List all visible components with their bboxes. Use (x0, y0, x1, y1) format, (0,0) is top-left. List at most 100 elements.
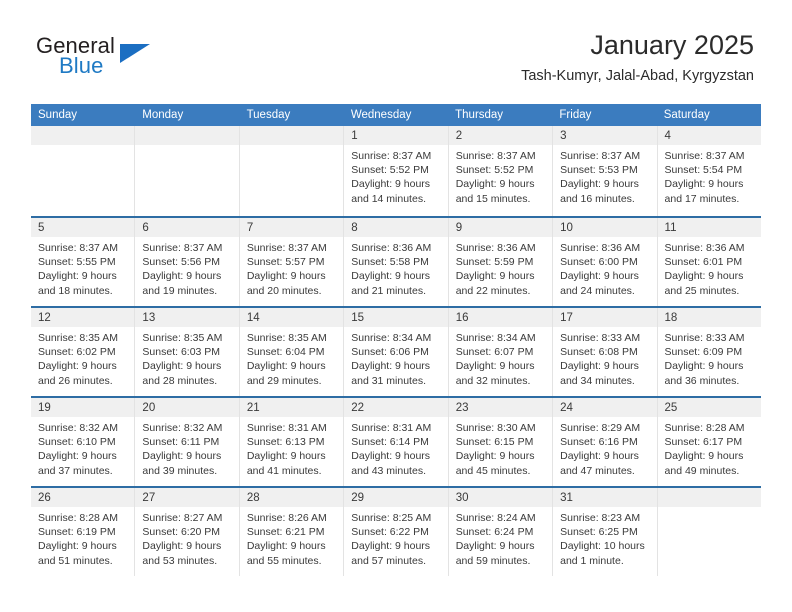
day-cell[interactable]: 30 Sunrise: 8:24 AM Sunset: 6:24 PM Dayligh… (448, 488, 554, 576)
daylight-line-2: and 28 minutes. (142, 374, 218, 387)
day-cell[interactable]: 11 Sunrise: 8:36 AM Sunset: 6:01 PM Dayligh… (657, 218, 761, 306)
calendar-grid: Sunday Monday Tuesday Wednesday Thursday Frid… (31, 104, 761, 576)
calendar-page: General Blue January 2025 Tash-Kumyr, Ja… (0, 0, 792, 612)
day-cell[interactable]: 8 Sunrise: 8:36 AM Sunset: 5:58 PM Daylight… (344, 218, 449, 306)
day-number-band: 26 (31, 488, 135, 507)
daylight-line-2: and 51 minutes. (38, 554, 113, 567)
day-number: 2 (455, 130, 463, 142)
day-cell[interactable]: 17 Sunrise: 8:33 AM Sunset: 6:08 PM Dayligh… (553, 308, 658, 396)
day-cell[interactable]: 19 Sunrise: 8:32 AM Sunset: 6:10 PM Dayligh… (31, 398, 136, 486)
daylight-line-2: and 29 minutes. (246, 374, 322, 387)
day-cell[interactable]: 24 Sunrise: 8:29 AM Sunset: 6:16 PM Dayligh… (553, 398, 658, 486)
daylight-line-1: Daylight: 9 hours (560, 360, 639, 373)
day-cell[interactable]: 27 Sunrise: 8:27 AM Sunset: 6:20 PM Dayligh… (135, 488, 240, 576)
daylight-line-2: and 17 minutes. (664, 192, 740, 205)
daylight-line-2: and 32 minutes. (455, 374, 531, 387)
day-cell[interactable]: 1 Sunrise: 8:37 AM Sunset: 5:52 PM Daylight… (344, 126, 449, 216)
sunrise-line: Sunrise: 8:27 AM (142, 512, 223, 524)
day-number: 15 (351, 312, 365, 324)
day-number-band: 13 (135, 308, 239, 327)
daylight-line-2: and 25 minutes. (664, 284, 740, 297)
weekday-header-row: Sunday Monday Tuesday Wednesday Thursday Frid… (31, 104, 761, 126)
day-cell[interactable]: 9 Sunrise: 8:36 AM Sunset: 5:59 PM Daylight… (448, 218, 554, 306)
day-cell[interactable]: 5 Sunrise: 8:37 AM Sunset: 5:55 PM Daylight… (31, 218, 136, 306)
day-number-band: 1 (344, 126, 448, 145)
day-cell-empty (31, 126, 136, 216)
daylight-line-1: Daylight: 9 hours (142, 540, 222, 553)
daylight-line-2: and 49 minutes. (664, 464, 740, 477)
day-details: Sunrise: 8:35 AM Sunset: 6:03 PM Daylight:… (135, 327, 238, 388)
day-cell[interactable]: 18 Sunrise: 8:33 AM Sunset: 6:09 PM Dayligh… (657, 308, 761, 396)
general-blue-logo[interactable]: General Blue (36, 33, 266, 85)
daylight-line-1: Daylight: 9 hours (351, 270, 431, 283)
day-number: 14 (246, 312, 260, 324)
daylight-line-2: and 45 minutes. (455, 464, 531, 477)
day-cell[interactable]: 2 Sunrise: 8:37 AM Sunset: 5:52 PM Daylight… (448, 126, 554, 216)
day-cell[interactable]: 12 Sunrise: 8:35 AM Sunset: 6:02 PM Dayligh… (31, 308, 136, 396)
daylight-line-1: Daylight: 9 hours (142, 270, 222, 283)
day-details: Sunrise: 8:33 AM Sunset: 6:09 PM Daylight:… (658, 327, 761, 388)
day-cell[interactable]: 26 Sunrise: 8:28 AM Sunset: 6:19 PM Dayligh… (31, 488, 136, 576)
day-details: Sunrise: 8:37 AM Sunset: 5:57 PM Daylight:… (240, 237, 343, 298)
day-details: Sunrise: 8:34 AM Sunset: 6:06 PM Daylight:… (344, 327, 447, 388)
day-number: 8 (351, 222, 358, 234)
sunrise-line: Sunrise: 8:25 AM (351, 512, 432, 524)
daylight-line-1: Daylight: 9 hours (246, 450, 326, 463)
day-details: Sunrise: 8:32 AM Sunset: 6:11 PM Daylight:… (135, 417, 238, 478)
daylight-line-1: Daylight: 10 hours (560, 540, 645, 553)
daylight-line-1: Daylight: 9 hours (455, 178, 535, 191)
sunrise-line: Sunrise: 8:33 AM (560, 332, 641, 344)
weekday-header-wednesday: Wednesday (350, 109, 412, 121)
weekday-header-thursday: Thursday (455, 109, 504, 121)
day-cell[interactable]: 23 Sunrise: 8:30 AM Sunset: 6:15 PM Dayligh… (448, 398, 554, 486)
day-number-band: 17 (553, 308, 657, 327)
sunset-line: Sunset: 5:58 PM (351, 256, 429, 269)
daylight-line-2: and 37 minutes. (38, 464, 113, 477)
sunrise-line: Sunrise: 8:36 AM (664, 242, 745, 254)
weekday-header-friday: Friday (559, 109, 592, 121)
sunset-line: Sunset: 6:22 PM (351, 526, 429, 539)
weekday-header-sunday: Sunday (38, 109, 78, 121)
sunrise-line: Sunrise: 8:30 AM (455, 422, 536, 434)
sunrise-line: Sunrise: 8:32 AM (38, 422, 118, 434)
sunrise-line: Sunrise: 8:36 AM (351, 242, 432, 254)
day-cell[interactable]: 21 Sunrise: 8:31 AM Sunset: 6:13 PM Dayligh… (239, 398, 345, 486)
day-cell[interactable]: 6 Sunrise: 8:37 AM Sunset: 5:56 PM Daylight… (135, 218, 240, 306)
day-cell[interactable]: 14 Sunrise: 8:35 AM Sunset: 6:04 PM Dayligh… (239, 308, 345, 396)
day-number: 9 (455, 222, 463, 234)
day-number: 19 (38, 402, 51, 414)
daylight-line-2: and 26 minutes. (38, 374, 113, 387)
day-cell[interactable]: 20 Sunrise: 8:32 AM Sunset: 6:11 PM Dayligh… (135, 398, 240, 486)
day-number-band: 14 (239, 308, 344, 327)
day-cell[interactable]: 29 Sunrise: 8:25 AM Sunset: 6:22 PM Dayligh… (344, 488, 449, 576)
daylight-line-2: and 41 minutes. (246, 464, 322, 477)
day-number: 1 (351, 130, 358, 142)
daylight-line-2: and 24 minutes. (560, 284, 635, 297)
calendar-body: 1 Sunrise: 8:37 AM Sunset: 5:52 PM Daylight… (31, 126, 761, 576)
day-cell[interactable]: 22 Sunrise: 8:31 AM Sunset: 6:14 PM Dayligh… (344, 398, 449, 486)
day-number-band: 12 (31, 308, 135, 327)
day-cell[interactable]: 7 Sunrise: 8:37 AM Sunset: 5:57 PM Daylight… (239, 218, 345, 306)
day-cell[interactable]: 3 Sunrise: 8:37 AM Sunset: 5:53 PM Daylight… (553, 126, 658, 216)
daylight-line-1: Daylight: 9 hours (455, 360, 535, 373)
daylight-line-2: and 18 minutes. (38, 284, 113, 297)
sunset-line: Sunset: 5:59 PM (455, 256, 534, 269)
day-cell[interactable]: 15 Sunrise: 8:34 AM Sunset: 6:06 PM Dayligh… (344, 308, 449, 396)
day-number: 27 (142, 492, 156, 504)
day-cell[interactable]: 4 Sunrise: 8:37 AM Sunset: 5:54 PM Daylight… (657, 126, 761, 216)
day-cell[interactable]: 16 Sunrise: 8:34 AM Sunset: 6:07 PM Dayligh… (448, 308, 554, 396)
daylight-line-1: Daylight: 9 hours (560, 450, 639, 463)
day-cell[interactable]: 25 Sunrise: 8:28 AM Sunset: 6:17 PM Dayligh… (657, 398, 761, 486)
day-cell[interactable]: 10 Sunrise: 8:36 AM Sunset: 6:00 PM Dayligh… (553, 218, 658, 306)
day-number: 11 (664, 222, 677, 234)
day-number-band: 6 (135, 218, 239, 237)
day-number-band: 18 (657, 308, 761, 327)
sunset-line: Sunset: 6:00 PM (560, 256, 638, 269)
daylight-line-1: Daylight: 9 hours (246, 360, 326, 373)
day-cell[interactable]: 28 Sunrise: 8:26 AM Sunset: 6:21 PM Dayligh… (239, 488, 345, 576)
daylight-line-2: and 59 minutes. (455, 554, 531, 567)
daylight-line-1: Daylight: 9 hours (351, 540, 431, 553)
sunrise-line: Sunrise: 8:34 AM (351, 332, 432, 344)
day-cell[interactable]: 31 Sunrise: 8:23 AM Sunset: 6:25 PM Dayligh… (553, 488, 658, 576)
day-cell[interactable]: 13 Sunrise: 8:35 AM Sunset: 6:03 PM Dayligh… (135, 308, 240, 396)
